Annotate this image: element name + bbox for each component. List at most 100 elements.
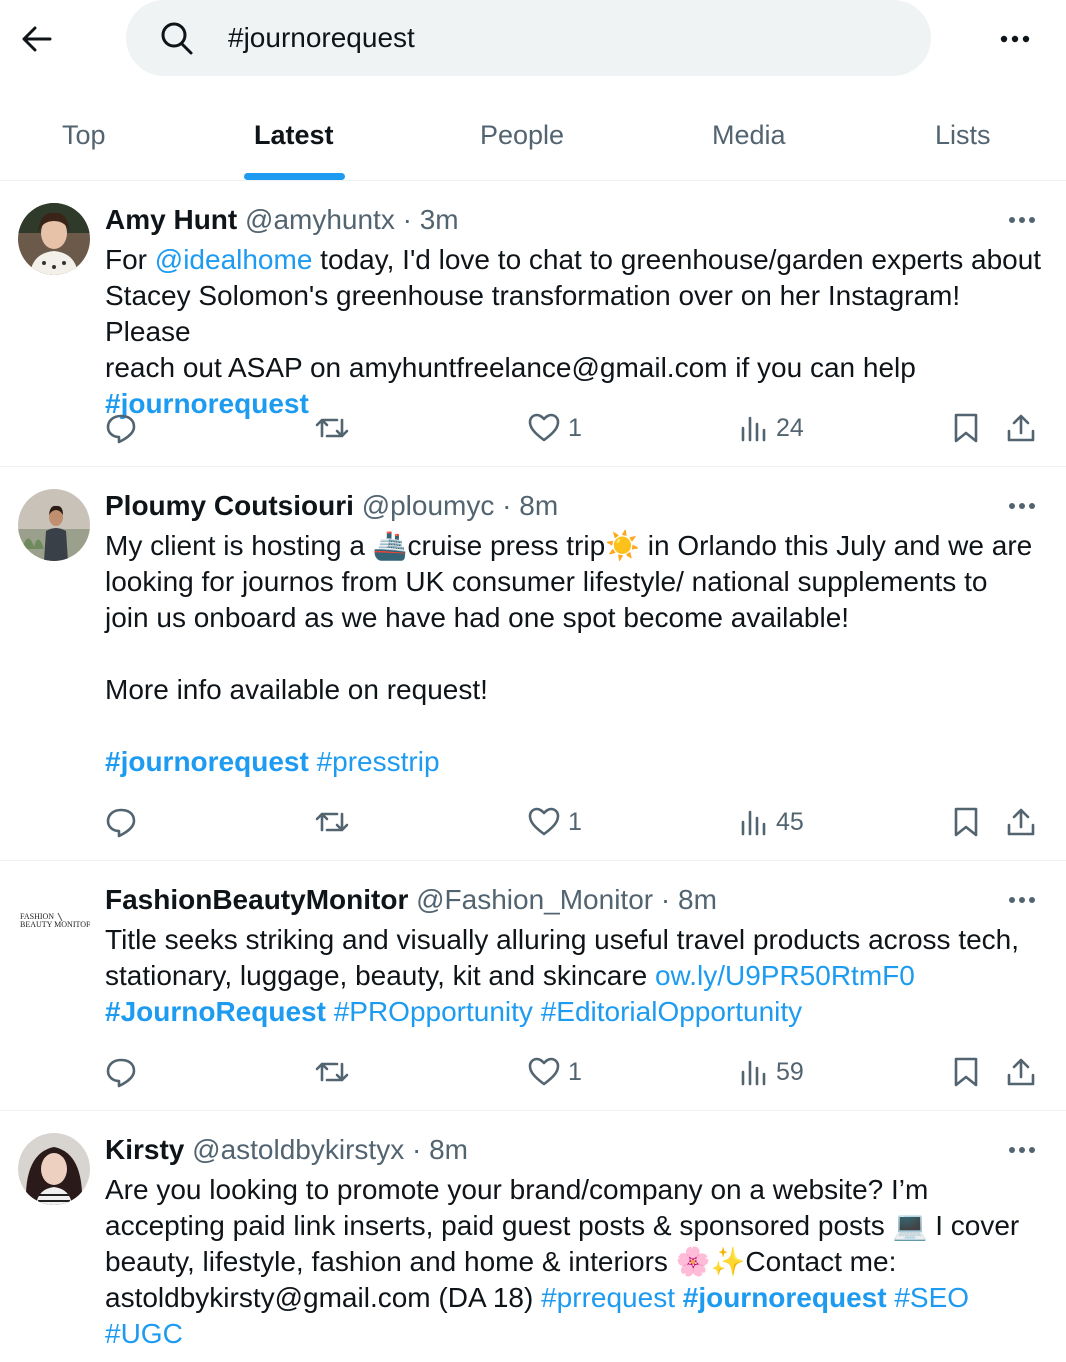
analytics-icon	[741, 810, 766, 836]
bookmark-icon	[954, 807, 978, 837]
hashtag-link[interactable]: #presstrip	[309, 746, 440, 777]
active-tab-indicator	[244, 173, 345, 180]
hashtag-link[interactable]: #JournoRequest	[105, 996, 326, 1027]
avatar[interactable]	[18, 203, 90, 275]
back-button[interactable]	[14, 16, 60, 62]
tweet-text-part: For	[105, 244, 155, 275]
reply-icon	[106, 414, 136, 444]
tweet-header: Amy Hunt @amyhuntx · 3m	[105, 202, 459, 238]
author-name[interactable]: FashionBeautyMonitor	[105, 884, 408, 915]
tab-latest[interactable]: Latest	[254, 90, 334, 180]
more-horizontal-icon	[1009, 217, 1035, 223]
tweet[interactable]: Amy Hunt @amyhuntx · 3m For @idealhome t…	[0, 182, 1066, 467]
tweet-more-button[interactable]	[1000, 1132, 1044, 1168]
more-horizontal-icon	[1009, 1147, 1035, 1153]
view-count: 59	[776, 1057, 804, 1086]
share-icon	[1007, 808, 1035, 836]
avatar[interactable]: FASHION BEAUTY MONITOR	[18, 883, 90, 955]
author-name[interactable]: Ploumy Coutsiouri	[105, 490, 354, 521]
hashtag-link[interactable]: #journorequest	[105, 746, 309, 777]
timestamp[interactable]: 8m	[678, 884, 717, 915]
separator-dot: ·	[411, 1134, 422, 1165]
url-link[interactable]: ow.ly/U9PR50RtmF0	[655, 960, 915, 991]
search-icon	[161, 22, 193, 55]
timestamp[interactable]: 3m	[420, 204, 459, 235]
views-button[interactable]: 45	[740, 802, 804, 842]
fashion-monitor-logo: FASHION BEAUTY MONITOR	[18, 883, 90, 955]
share-button[interactable]	[1006, 802, 1036, 842]
tweet-header: Kirsty @astoldbykirstyx · 8m	[105, 1132, 468, 1168]
tweet-more-button[interactable]	[1000, 488, 1044, 524]
analytics-icon	[741, 416, 766, 442]
retweet-button[interactable]	[315, 802, 349, 842]
heart-icon	[528, 413, 560, 442]
hashtag-link[interactable]: #journorequest	[683, 1282, 887, 1313]
tweet-actions: 1 24	[0, 408, 1066, 448]
retweet-icon	[315, 418, 349, 438]
separator-dot: ·	[660, 884, 671, 915]
more-horizontal-icon	[1009, 897, 1035, 903]
tab-top[interactable]: Top	[62, 90, 106, 180]
bookmark-button[interactable]	[953, 802, 979, 842]
reply-button[interactable]	[105, 1052, 137, 1092]
tweet-text-part: My client is hosting a 🚢cruise press tri…	[105, 530, 1033, 705]
mention-link[interactable]: @idealhome	[155, 244, 313, 275]
more-options-button[interactable]	[992, 16, 1038, 62]
arrow-left-icon	[22, 26, 52, 52]
tab-media[interactable]: Media	[712, 90, 786, 180]
tweet-more-button[interactable]	[1000, 882, 1044, 918]
more-horizontal-icon	[1000, 35, 1030, 43]
reply-button[interactable]	[105, 408, 137, 448]
view-count: 45	[776, 807, 804, 836]
tweet[interactable]: Kirsty @astoldbykirstyx · 8m Are you loo…	[0, 1112, 1066, 1362]
bookmark-button[interactable]	[953, 408, 979, 448]
like-count: 1	[568, 1057, 582, 1086]
tweet-header: Ploumy Coutsiouri @ploumyc · 8m	[105, 488, 558, 524]
author-handle[interactable]: @astoldbykirstyx	[192, 1134, 404, 1165]
separator-dot: ·	[402, 204, 412, 235]
search-tabs: Top Latest People Media Lists	[0, 90, 1066, 181]
bookmark-icon	[954, 1057, 978, 1087]
heart-icon	[528, 1057, 560, 1086]
avatar[interactable]	[18, 1133, 90, 1205]
views-button[interactable]: 59	[740, 1052, 804, 1092]
avatar[interactable]	[18, 489, 90, 561]
author-name[interactable]: Amy Hunt	[105, 204, 237, 235]
reply-icon	[106, 808, 136, 838]
search-input[interactable]: #journorequest	[228, 18, 415, 58]
reply-button[interactable]	[105, 802, 137, 842]
share-button[interactable]	[1006, 408, 1036, 448]
bookmark-button[interactable]	[953, 1052, 979, 1092]
tweet-actions: 1 45	[0, 802, 1066, 842]
tweet[interactable]: Ploumy Coutsiouri @ploumyc · 8m My clien…	[0, 468, 1066, 861]
retweet-button[interactable]	[315, 1052, 349, 1092]
like-button[interactable]: 1	[528, 1052, 582, 1092]
tweet-header: FashionBeautyMonitor @Fashion_Monitor · …	[105, 882, 717, 918]
tab-people[interactable]: People	[480, 90, 564, 180]
author-handle[interactable]: @Fashion_Monitor	[416, 884, 653, 915]
timestamp[interactable]: 8m	[429, 1134, 468, 1165]
separator-dot: ·	[502, 490, 512, 521]
retweet-button[interactable]	[315, 408, 349, 448]
views-button[interactable]: 24	[740, 408, 804, 448]
like-button[interactable]: 1	[528, 408, 582, 448]
author-handle[interactable]: @amyhuntx	[245, 204, 395, 235]
analytics-icon	[741, 1060, 766, 1086]
share-button[interactable]	[1006, 1052, 1036, 1092]
timestamp[interactable]: 8m	[519, 490, 558, 521]
author-handle[interactable]: @ploumyc	[362, 490, 495, 521]
author-name[interactable]: Kirsty	[105, 1134, 184, 1165]
tab-lists[interactable]: Lists	[935, 90, 991, 180]
tweet[interactable]: FASHION BEAUTY MONITOR FashionBeautyMoni…	[0, 862, 1066, 1111]
hashtag-link[interactable]: #prrequest	[541, 1282, 683, 1313]
tweet-text: My client is hosting a 🚢cruise press tri…	[105, 528, 1050, 780]
share-icon	[1007, 414, 1035, 442]
search-box[interactable]: #journorequest	[126, 0, 931, 76]
hashtag-link[interactable]: #PROpportunity #EditorialOpportunity	[326, 996, 802, 1027]
top-bar: #journorequest	[0, 0, 1066, 78]
like-count: 1	[568, 807, 582, 836]
tweet-more-button[interactable]	[1000, 202, 1044, 238]
like-button[interactable]: 1	[528, 802, 582, 842]
bookmark-icon	[954, 413, 978, 443]
like-count: 1	[568, 413, 582, 442]
